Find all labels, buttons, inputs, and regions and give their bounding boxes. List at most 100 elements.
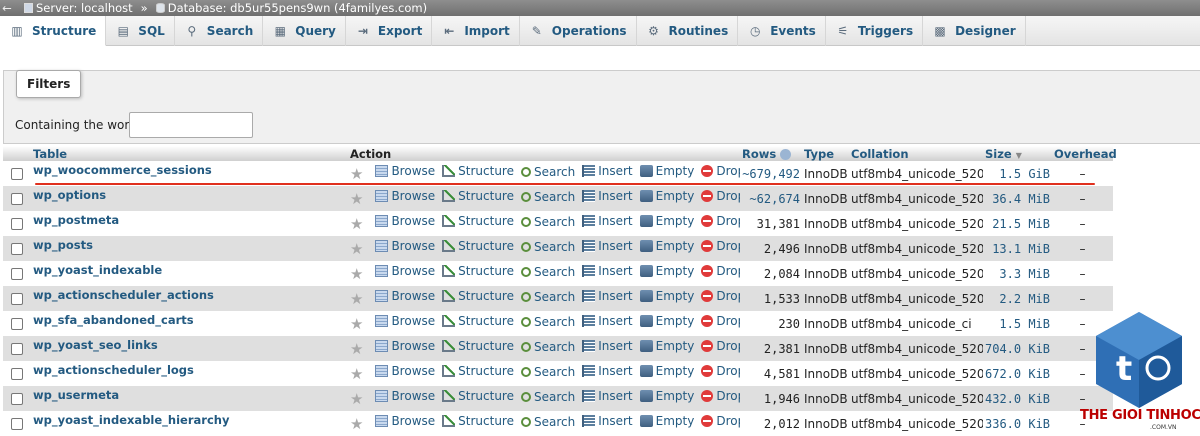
- tab-designer[interactable]: ▩ Designer: [923, 16, 1026, 46]
- browse-action[interactable]: Browse: [375, 289, 435, 303]
- structure-action[interactable]: Structure: [442, 389, 514, 403]
- browse-action[interactable]: Browse: [375, 214, 435, 228]
- header-rows[interactable]: Rows: [740, 146, 802, 161]
- row-checkbox[interactable]: [11, 418, 23, 430]
- search-action[interactable]: Search: [520, 290, 575, 304]
- row-select[interactable]: [3, 411, 31, 436]
- empty-action[interactable]: Empty: [639, 164, 694, 178]
- back-arrow-icon[interactable]: ←: [0, 1, 14, 15]
- favorite-star-icon[interactable]: ★: [350, 415, 363, 433]
- search-action[interactable]: Search: [520, 315, 575, 329]
- structure-action[interactable]: Structure: [442, 339, 514, 353]
- row-checkbox[interactable]: [11, 293, 23, 305]
- table-name[interactable]: wp_actionscheduler_actions: [31, 286, 348, 311]
- table-size[interactable]: 2.2 MiB: [983, 286, 1052, 311]
- tab-export[interactable]: ⇥ Export: [346, 16, 433, 46]
- row-checkbox[interactable]: [11, 393, 23, 405]
- row-checkbox[interactable]: [11, 193, 23, 205]
- row-select[interactable]: [3, 336, 31, 361]
- tab-query[interactable]: ▦ Query: [263, 16, 346, 46]
- drop-action[interactable]: Drop: [701, 239, 740, 253]
- row-select[interactable]: [3, 211, 31, 236]
- header-type[interactable]: Type: [802, 146, 849, 161]
- table-name[interactable]: wp_postmeta: [31, 211, 348, 236]
- structure-action[interactable]: Structure: [442, 289, 514, 303]
- tab-routines[interactable]: ⚙ Routines: [637, 16, 739, 46]
- tab-import[interactable]: ⇤ Import: [432, 16, 520, 46]
- insert-action[interactable]: Insert: [582, 164, 633, 178]
- row-select[interactable]: [3, 311, 31, 336]
- empty-action[interactable]: Empty: [639, 214, 694, 228]
- drop-action[interactable]: Drop: [701, 414, 740, 428]
- empty-action[interactable]: Empty: [639, 239, 694, 253]
- row-select[interactable]: [3, 386, 31, 411]
- table-size[interactable]: 672.0 KiB: [983, 361, 1052, 386]
- header-overhead[interactable]: Overhead: [1052, 146, 1117, 161]
- header-collation[interactable]: Collation: [849, 146, 983, 161]
- row-select[interactable]: [3, 236, 31, 261]
- row-select[interactable]: [3, 186, 31, 211]
- structure-action[interactable]: Structure: [442, 214, 514, 228]
- search-action[interactable]: Search: [520, 365, 575, 379]
- tab-sql[interactable]: ▤ SQL: [106, 16, 175, 46]
- tab-operations[interactable]: ✎ Operations: [520, 16, 637, 46]
- drop-action[interactable]: Drop: [701, 314, 740, 328]
- tab-triggers[interactable]: ⚟ Triggers: [826, 16, 924, 46]
- favorite-star-icon[interactable]: ★: [350, 340, 363, 358]
- row-select[interactable]: [3, 161, 31, 186]
- table-name[interactable]: wp_posts: [31, 236, 348, 261]
- search-action[interactable]: Search: [520, 415, 575, 429]
- empty-action[interactable]: Empty: [639, 414, 694, 428]
- favorite-star-icon[interactable]: ★: [350, 290, 363, 308]
- empty-action[interactable]: Empty: [639, 314, 694, 328]
- header-table[interactable]: Table: [31, 146, 348, 161]
- structure-action[interactable]: Structure: [442, 414, 514, 428]
- insert-action[interactable]: Insert: [582, 389, 633, 403]
- table-name[interactable]: wp_yoast_indexable: [31, 261, 348, 286]
- search-action[interactable]: Search: [520, 340, 575, 354]
- table-size[interactable]: 432.0 KiB: [983, 386, 1052, 411]
- table-size[interactable]: 1.5 MiB: [983, 311, 1052, 336]
- structure-action[interactable]: Structure: [442, 364, 514, 378]
- drop-action[interactable]: Drop: [701, 389, 740, 403]
- row-select[interactable]: [3, 261, 31, 286]
- table-name[interactable]: wp_usermeta: [31, 386, 348, 411]
- breadcrumb-server[interactable]: Server: localhost: [24, 1, 133, 15]
- favorite-star-icon[interactable]: ★: [350, 265, 363, 283]
- favorite-star-icon[interactable]: ★: [350, 390, 363, 408]
- filter-input[interactable]: [129, 112, 253, 138]
- insert-action[interactable]: Insert: [582, 214, 633, 228]
- breadcrumb-database[interactable]: Database: db5ur55pens9wn (4familyes.com): [155, 1, 427, 15]
- table-size[interactable]: 36.4 MiB: [983, 186, 1052, 211]
- empty-action[interactable]: Empty: [639, 289, 694, 303]
- tab-events[interactable]: ◷ Events: [738, 16, 826, 46]
- row-checkbox[interactable]: [11, 368, 23, 380]
- structure-action[interactable]: Structure: [442, 239, 514, 253]
- browse-action[interactable]: Browse: [375, 189, 435, 203]
- row-checkbox[interactable]: [11, 343, 23, 355]
- structure-action[interactable]: Structure: [442, 189, 514, 203]
- table-name[interactable]: wp_options: [31, 186, 348, 211]
- row-checkbox[interactable]: [11, 243, 23, 255]
- structure-action[interactable]: Structure: [442, 314, 514, 328]
- table-size[interactable]: 3.3 MiB: [983, 261, 1052, 286]
- row-select[interactable]: [3, 361, 31, 386]
- browse-action[interactable]: Browse: [375, 389, 435, 403]
- search-action[interactable]: Search: [520, 265, 575, 279]
- search-action[interactable]: Search: [520, 190, 575, 204]
- tab-search[interactable]: ⚲ Search: [175, 16, 264, 46]
- table-name[interactable]: wp_sfa_abandoned_carts: [31, 311, 348, 336]
- empty-action[interactable]: Empty: [639, 364, 694, 378]
- insert-action[interactable]: Insert: [582, 239, 633, 253]
- search-action[interactable]: Search: [520, 215, 575, 229]
- insert-action[interactable]: Insert: [582, 414, 633, 428]
- tab-structure[interactable]: ▥ Structure: [0, 16, 107, 46]
- drop-action[interactable]: Drop: [701, 339, 740, 353]
- drop-action[interactable]: Drop: [701, 164, 740, 178]
- insert-action[interactable]: Insert: [582, 264, 633, 278]
- browse-action[interactable]: Browse: [375, 314, 435, 328]
- empty-action[interactable]: Empty: [639, 189, 694, 203]
- search-action[interactable]: Search: [520, 240, 575, 254]
- insert-action[interactable]: Insert: [582, 364, 633, 378]
- empty-action[interactable]: Empty: [639, 339, 694, 353]
